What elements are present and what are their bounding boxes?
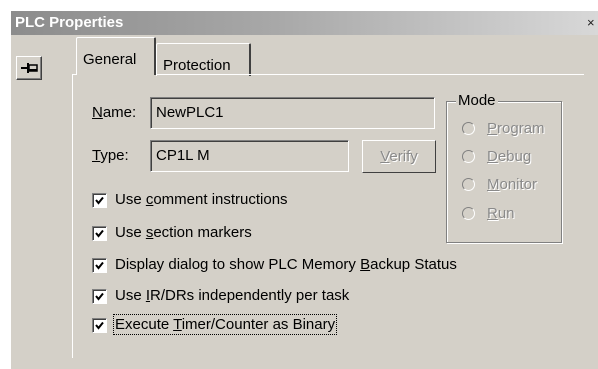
window-title: PLC Properties xyxy=(15,14,124,31)
tab-protection-label: Protection xyxy=(163,57,231,74)
tab-protection[interactable]: Protection xyxy=(156,43,251,76)
title-bar[interactable]: PLC Properties × xyxy=(11,11,598,35)
general-tab-panel xyxy=(72,74,584,358)
close-icon[interactable]: × xyxy=(587,15,597,30)
tab-general-label: General xyxy=(83,51,137,68)
tab-general[interactable]: General xyxy=(76,37,156,75)
pin-button[interactable] xyxy=(16,56,42,80)
